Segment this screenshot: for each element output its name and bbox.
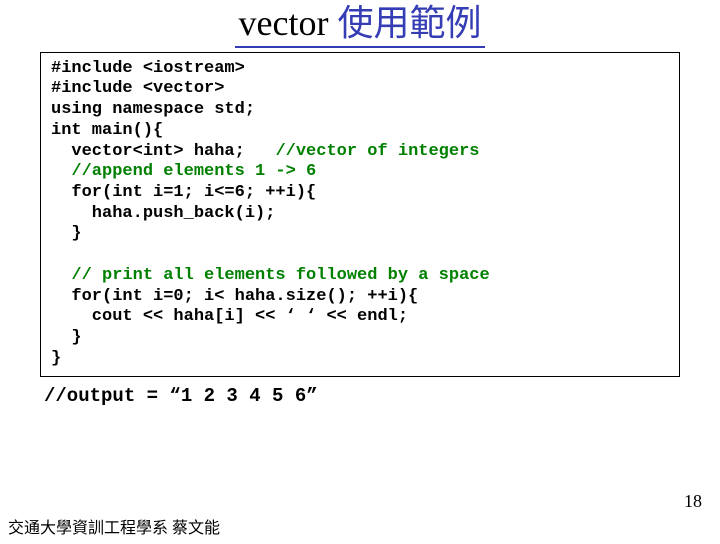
- footer-text: 交通大學資訓工程學系 蔡文能: [8, 514, 220, 538]
- title-underline: vector 使用範例: [235, 4, 486, 48]
- code-line: for(int i=0; i< haha.size(); ++i){: [51, 287, 418, 306]
- title-en: vector: [239, 3, 329, 43]
- code-line: vector<int> haha;: [51, 142, 245, 161]
- code-line: int main(){: [51, 121, 163, 140]
- code-line: }: [51, 349, 61, 368]
- code-line: }: [51, 224, 82, 243]
- code-line: #include <iostream>: [51, 59, 245, 78]
- code-comment: // print all elements followed by a spac…: [51, 266, 490, 285]
- page-number: 18: [684, 491, 702, 512]
- code-line: cout << haha[i] << ‘ ‘ << endl;: [51, 307, 408, 326]
- code-line: }: [51, 328, 82, 347]
- code-line: using namespace std;: [51, 100, 255, 119]
- code-comment: //append elements 1 -> 6: [51, 162, 316, 181]
- code-box: #include <iostream> #include <vector> us…: [40, 52, 680, 377]
- code-line: #include <vector>: [51, 79, 224, 98]
- slide-title: vector 使用範例: [0, 4, 720, 48]
- code-comment: //vector of integers: [245, 142, 480, 161]
- title-zh: 使用範例: [337, 3, 481, 43]
- code-line: for(int i=1; i<=6; ++i){: [51, 183, 316, 202]
- output-line: //output = “1 2 3 4 5 6”: [44, 385, 680, 407]
- code-line: haha.push_back(i);: [51, 204, 275, 223]
- slide: vector 使用範例 #include <iostream> #include…: [0, 4, 720, 544]
